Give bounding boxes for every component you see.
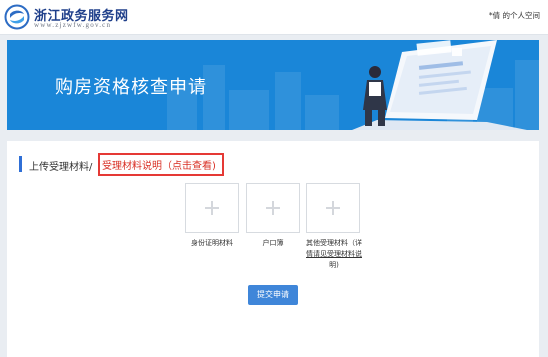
personal-space-link[interactable]: *倩 的个人空间 <box>489 10 540 21</box>
plus-icon <box>332 201 334 215</box>
zhejiang-logo-icon <box>4 4 30 30</box>
other-materials-link[interactable]: 情请见受理材料说 <box>306 250 362 258</box>
page-banner: 购房资格核查申请 <box>7 40 539 130</box>
section-title: 上传受理材料/ <box>29 162 93 173</box>
upload-list: 身份证明材料 户口簿 其他受理材料（详 情请见受理材料说 明) <box>185 183 375 283</box>
section-accent-bar <box>19 156 22 172</box>
upload-item-other: 其他受理材料（详 情请见受理材料说 明) <box>306 183 362 271</box>
page-title: 购房资格核查申请 <box>55 77 207 98</box>
upload-item-household: 户口簿 <box>246 183 300 249</box>
logo-url: www.zjzwfw.gov.cn <box>34 21 112 29</box>
upload-item-identity: 身份证明材料 <box>185 183 239 249</box>
upload-other-button[interactable] <box>306 183 360 233</box>
upload-identity-button[interactable] <box>185 183 239 233</box>
section-separator: / <box>89 162 93 173</box>
submit-application-button[interactable]: 提交申请 <box>248 285 298 305</box>
upload-identity-label: 身份证明材料 <box>191 239 233 247</box>
plus-icon <box>272 201 274 215</box>
materials-note-link[interactable]: 受理材料说明（点击查看) <box>98 153 224 176</box>
upload-card: 上传受理材料/ 受理材料说明（点击查看) 身份证明材料 户口簿 其他受理材料（详… <box>7 141 539 357</box>
plus-icon <box>211 201 213 215</box>
top-bar: 浙江政务服务网 www.zjzwfw.gov.cn *倩 的个人空间 <box>0 0 548 35</box>
upload-household-button[interactable] <box>246 183 300 233</box>
upload-other-label: 其他受理材料（详 情请见受理材料说 明) <box>306 239 362 269</box>
upload-household-label: 户口簿 <box>262 239 284 247</box>
site-logo[interactable]: 浙江政务服务网 www.zjzwfw.gov.cn <box>4 4 244 32</box>
